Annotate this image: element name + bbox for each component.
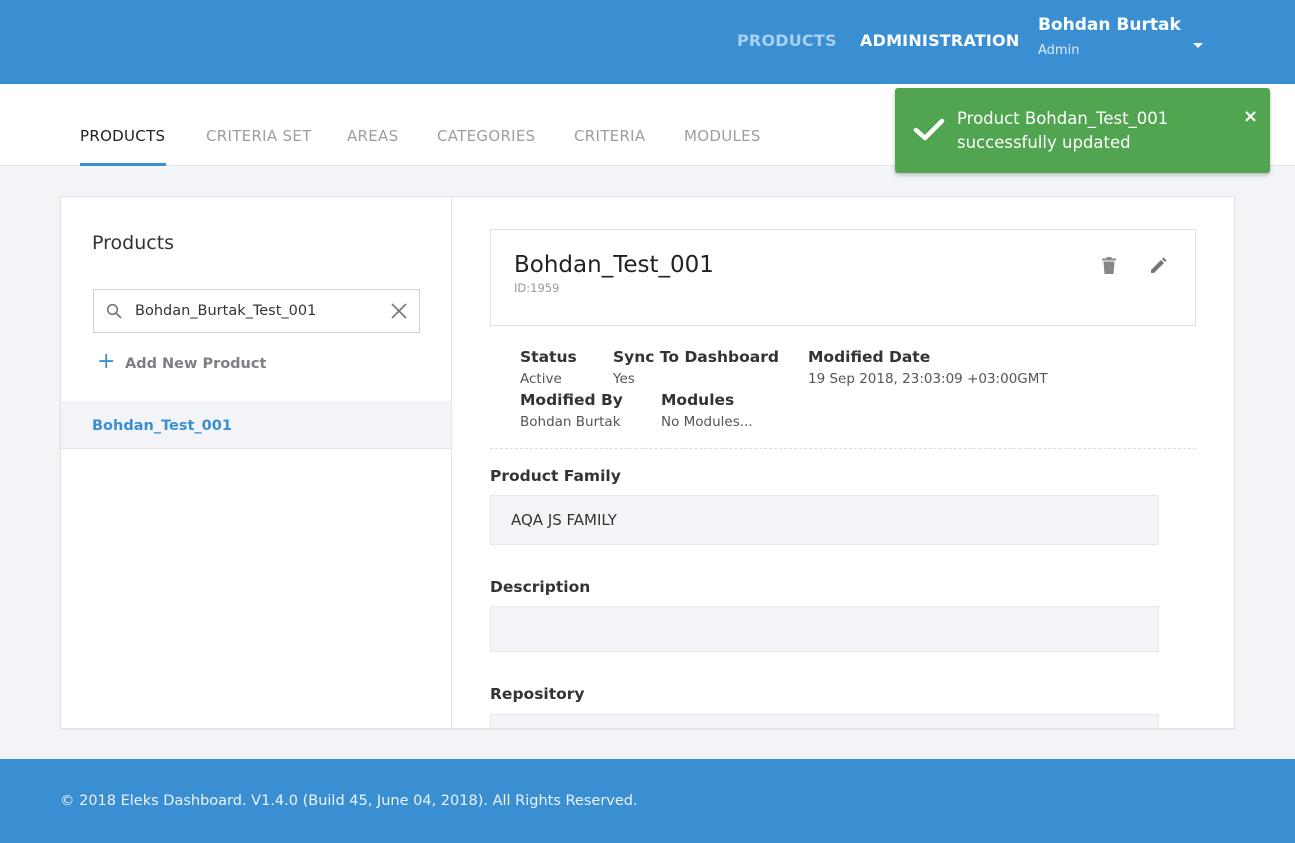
topnav-administration-link[interactable]: ADMINISTRATION	[860, 31, 1019, 50]
description-label: Description	[490, 578, 591, 596]
top-navbar: PRODUCTS ADMINISTRATION Bohdan Burtak Ad…	[0, 0, 1295, 84]
user-menu-caret-icon[interactable]	[1193, 43, 1203, 48]
toast-message: Product Bohdan_Test_001 successfully upd…	[957, 107, 1227, 155]
active-tab-indicator	[80, 163, 166, 166]
tab-categories[interactable]: CATEGORIES	[437, 127, 536, 145]
repository-field[interactable]	[490, 714, 1159, 728]
clear-search-icon[interactable]	[390, 302, 408, 324]
modified-date-value: 19 Sep 2018, 23:03:09 +03:00GMT	[808, 371, 1048, 387]
toast-close-icon[interactable]: ×	[1243, 106, 1258, 127]
repository-label: Repository	[490, 685, 585, 703]
user-role: Admin	[1038, 43, 1080, 58]
checkmark-icon	[913, 118, 945, 146]
edit-pencil-icon[interactable]	[1150, 257, 1167, 278]
plus-icon: +	[97, 349, 116, 374]
tab-modules[interactable]: MODULES	[684, 127, 761, 145]
products-card: Products Bohdan_Burtak_Test_001 + Add Ne…	[60, 196, 1235, 729]
modified-by-value: Bohdan Burtak	[520, 414, 621, 430]
add-new-product-label: Add New Product	[125, 356, 267, 372]
tab-products[interactable]: PRODUCTS	[80, 127, 165, 145]
modules-label: Modules	[661, 391, 735, 409]
footer-copyright: © 2018 Eleks Dashboard. V1.4.0 (Build 45…	[60, 793, 638, 809]
success-toast: Product Bohdan_Test_001 successfully upd…	[895, 88, 1270, 173]
meta-divider	[490, 448, 1196, 449]
tab-criteria-set[interactable]: CRITERIA SET	[206, 127, 312, 145]
products-list-title: Products	[92, 232, 175, 254]
product-detail-header: Bohdan_Test_001 ID:1959	[490, 229, 1196, 326]
delete-trash-icon[interactable]	[1102, 257, 1116, 278]
description-field[interactable]	[490, 606, 1159, 652]
tab-criteria[interactable]: CRITERIA	[574, 127, 645, 145]
topnav-products-link[interactable]: PRODUCTS	[737, 31, 837, 50]
modules-value: No Modules...	[661, 414, 753, 430]
modified-date-label: Modified Date	[808, 348, 931, 366]
search-input-value: Bohdan_Burtak_Test_001	[135, 303, 317, 319]
search-icon	[106, 303, 122, 323]
sync-to-dashboard-value: Yes	[613, 371, 635, 387]
product-list-item-label: Bohdan_Test_001	[92, 418, 232, 434]
user-name[interactable]: Bohdan Burtak	[1038, 15, 1181, 35]
product-search-input[interactable]: Bohdan_Burtak_Test_001	[93, 289, 420, 333]
products-list-pane: Products Bohdan_Burtak_Test_001 + Add Ne…	[61, 197, 452, 728]
product-title: Bohdan_Test_001	[514, 252, 714, 278]
status-value: Active	[520, 371, 562, 387]
toast-message-line1: Product Bohdan_Test_001	[957, 109, 1169, 128]
product-family-value: AQA JS FAMILY	[511, 511, 617, 529]
product-id: ID:1959	[514, 281, 560, 295]
toast-message-line2: successfully updated	[957, 133, 1131, 152]
product-family-field[interactable]: AQA JS FAMILY	[490, 495, 1159, 545]
footer: © 2018 Eleks Dashboard. V1.4.0 (Build 45…	[0, 759, 1295, 843]
sync-to-dashboard-label: Sync To Dashboard	[613, 348, 779, 366]
status-label: Status	[520, 348, 577, 366]
product-family-label: Product Family	[490, 467, 621, 485]
product-list-item[interactable]: Bohdan_Test_001	[61, 401, 451, 449]
modified-by-label: Modified By	[520, 391, 623, 409]
tab-areas[interactable]: AREAS	[347, 127, 398, 145]
